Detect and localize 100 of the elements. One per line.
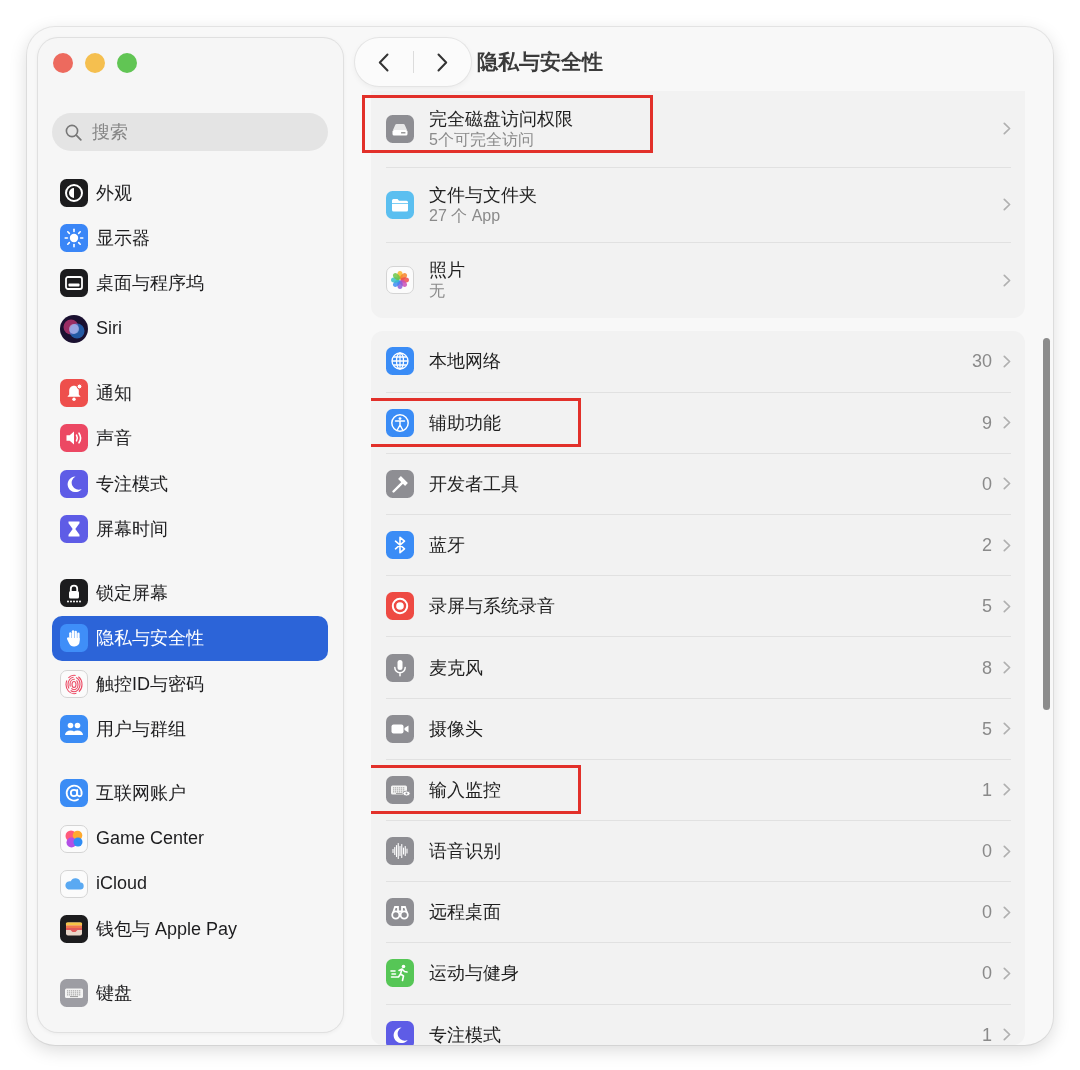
sidebar-item[interactable]: 通知 bbox=[52, 370, 328, 416]
people-icon bbox=[60, 715, 88, 744]
chevron-icon bbox=[1003, 1028, 1011, 1042]
sidebar-item[interactable]: 互联网账户 bbox=[52, 770, 328, 816]
zoom-button[interactable] bbox=[117, 53, 137, 73]
moon-icon bbox=[60, 469, 88, 498]
app-count: 0 bbox=[982, 472, 992, 495]
keyboard-icon bbox=[60, 979, 88, 1008]
app-count: 30 bbox=[971, 350, 992, 373]
window-title: 隐私与安全性 bbox=[477, 49, 603, 75]
sidebar-item[interactable]: Game Center bbox=[52, 815, 328, 862]
app-count: 1 bbox=[982, 1023, 992, 1045]
app-count: 2 bbox=[982, 534, 992, 557]
sidebar-item[interactable]: iCloud bbox=[52, 861, 328, 907]
app-count: 0 bbox=[982, 901, 992, 924]
row-subtitle: 5个可完全访问 bbox=[429, 129, 535, 150]
scrollbar-thumb[interactable] bbox=[1043, 338, 1050, 710]
video-camera-icon bbox=[386, 714, 414, 743]
sidebar-item[interactable]: 桌面与程序坞 bbox=[52, 260, 328, 307]
waveform-icon bbox=[386, 837, 414, 866]
row-title[interactable]: 输入监控 bbox=[429, 778, 501, 801]
chevron-icon bbox=[1003, 538, 1011, 552]
chevron-icon bbox=[1003, 354, 1011, 368]
sidebar-item[interactable]: 声音 bbox=[52, 415, 328, 461]
sidebar-item[interactable]: 锁定屏幕 bbox=[52, 570, 328, 616]
chevron-left-icon bbox=[378, 52, 390, 72]
close-button[interactable] bbox=[53, 53, 73, 73]
sidebar-item[interactable]: 触控ID与密码 bbox=[52, 661, 328, 707]
app-count: 0 bbox=[982, 840, 992, 863]
folder-icon bbox=[386, 190, 414, 219]
at-sign-icon bbox=[60, 779, 88, 808]
record-icon bbox=[386, 592, 414, 621]
orb-icon bbox=[60, 314, 88, 343]
chevron-icon bbox=[1003, 273, 1011, 287]
app-count: 0 bbox=[982, 962, 992, 985]
row-title[interactable]: 录屏与系统录音 bbox=[429, 595, 555, 618]
fingerprint-icon bbox=[60, 669, 88, 698]
sidebar-item[interactable]: 专注模式 bbox=[52, 460, 328, 507]
chevron-right-icon bbox=[436, 52, 448, 72]
drive-icon bbox=[386, 114, 414, 143]
cloud-icon bbox=[60, 869, 88, 898]
row-title[interactable]: 辅助功能 bbox=[429, 411, 501, 434]
chevron-icon bbox=[1003, 966, 1011, 980]
row-title[interactable]: 语音识别 bbox=[429, 840, 501, 863]
accessibility-icon bbox=[386, 408, 414, 437]
bell-icon bbox=[60, 378, 88, 407]
search-icon bbox=[65, 124, 82, 141]
row-subtitle: 无 bbox=[429, 281, 446, 302]
app-count: 1 bbox=[982, 778, 992, 801]
app-count: 9 bbox=[982, 411, 992, 434]
chevron-icon bbox=[1003, 599, 1011, 613]
sidebar-item[interactable]: 外观 bbox=[52, 170, 328, 216]
row-title[interactable]: 远程桌面 bbox=[429, 901, 501, 924]
row-title[interactable]: 开发者工具 bbox=[429, 472, 519, 495]
row-title[interactable]: 麦克风 bbox=[429, 656, 483, 679]
bubbles-icon bbox=[60, 824, 88, 853]
chevron-icon bbox=[1003, 905, 1011, 919]
row-title[interactable]: 本地网络 bbox=[429, 350, 501, 373]
app-count: 5 bbox=[982, 717, 992, 740]
chevron-icon bbox=[1003, 416, 1011, 430]
hand-icon bbox=[60, 624, 88, 653]
row-title[interactable]: 摄像头 bbox=[429, 717, 483, 740]
row-title[interactable]: 运动与健身 bbox=[429, 962, 519, 985]
wallet-icon bbox=[60, 915, 88, 944]
keyboard-eye-icon bbox=[386, 775, 414, 804]
search-field[interactable]: 搜索 bbox=[52, 113, 328, 151]
row-title[interactable]: 专注模式 bbox=[429, 1023, 501, 1045]
sidebar-item[interactable]: Siri bbox=[52, 306, 328, 352]
app-count: 8 bbox=[982, 656, 992, 679]
row-title[interactable]: 文件与文件夹 bbox=[429, 183, 537, 206]
speaker-icon bbox=[60, 424, 88, 453]
sun-icon bbox=[60, 224, 88, 253]
chevron-icon bbox=[1003, 722, 1011, 736]
flower-icon bbox=[386, 266, 414, 295]
hourglass-icon bbox=[60, 515, 88, 543]
running-figure-icon bbox=[386, 959, 414, 988]
sidebar-item[interactable]: 屏幕时间 bbox=[52, 506, 328, 552]
padlock-icon bbox=[60, 579, 88, 607]
moon-icon bbox=[386, 1020, 414, 1045]
hammer-icon bbox=[386, 469, 414, 498]
sidebar-item[interactable]: 键盘 bbox=[52, 970, 328, 1016]
sidebar-item[interactable]: 用户与群组 bbox=[52, 706, 328, 752]
chevron-icon bbox=[1003, 477, 1011, 491]
row-title[interactable]: 蓝牙 bbox=[429, 534, 465, 557]
row-title[interactable]: 照片 bbox=[429, 259, 465, 282]
globe-icon bbox=[386, 347, 414, 376]
row-title[interactable]: 完全磁盘访问权限 bbox=[429, 107, 573, 130]
chevron-icon bbox=[1003, 844, 1011, 858]
sidebar-item[interactable]: 显示器 bbox=[52, 215, 328, 261]
microphone-icon bbox=[386, 653, 414, 682]
chevron-icon bbox=[1003, 198, 1011, 212]
chevron-icon bbox=[1003, 122, 1011, 136]
app-count: 5 bbox=[982, 595, 992, 618]
screen-icon bbox=[60, 269, 88, 298]
minimize-button[interactable] bbox=[85, 53, 105, 73]
row-subtitle: 27 个 App bbox=[429, 205, 502, 226]
binoculars-icon bbox=[386, 898, 414, 927]
sidebar-item[interactable]: 钱包与 Apple Pay bbox=[52, 906, 328, 953]
sidebar-item[interactable]: 隐私与安全性 bbox=[52, 615, 328, 662]
bluetooth-icon bbox=[386, 531, 414, 560]
